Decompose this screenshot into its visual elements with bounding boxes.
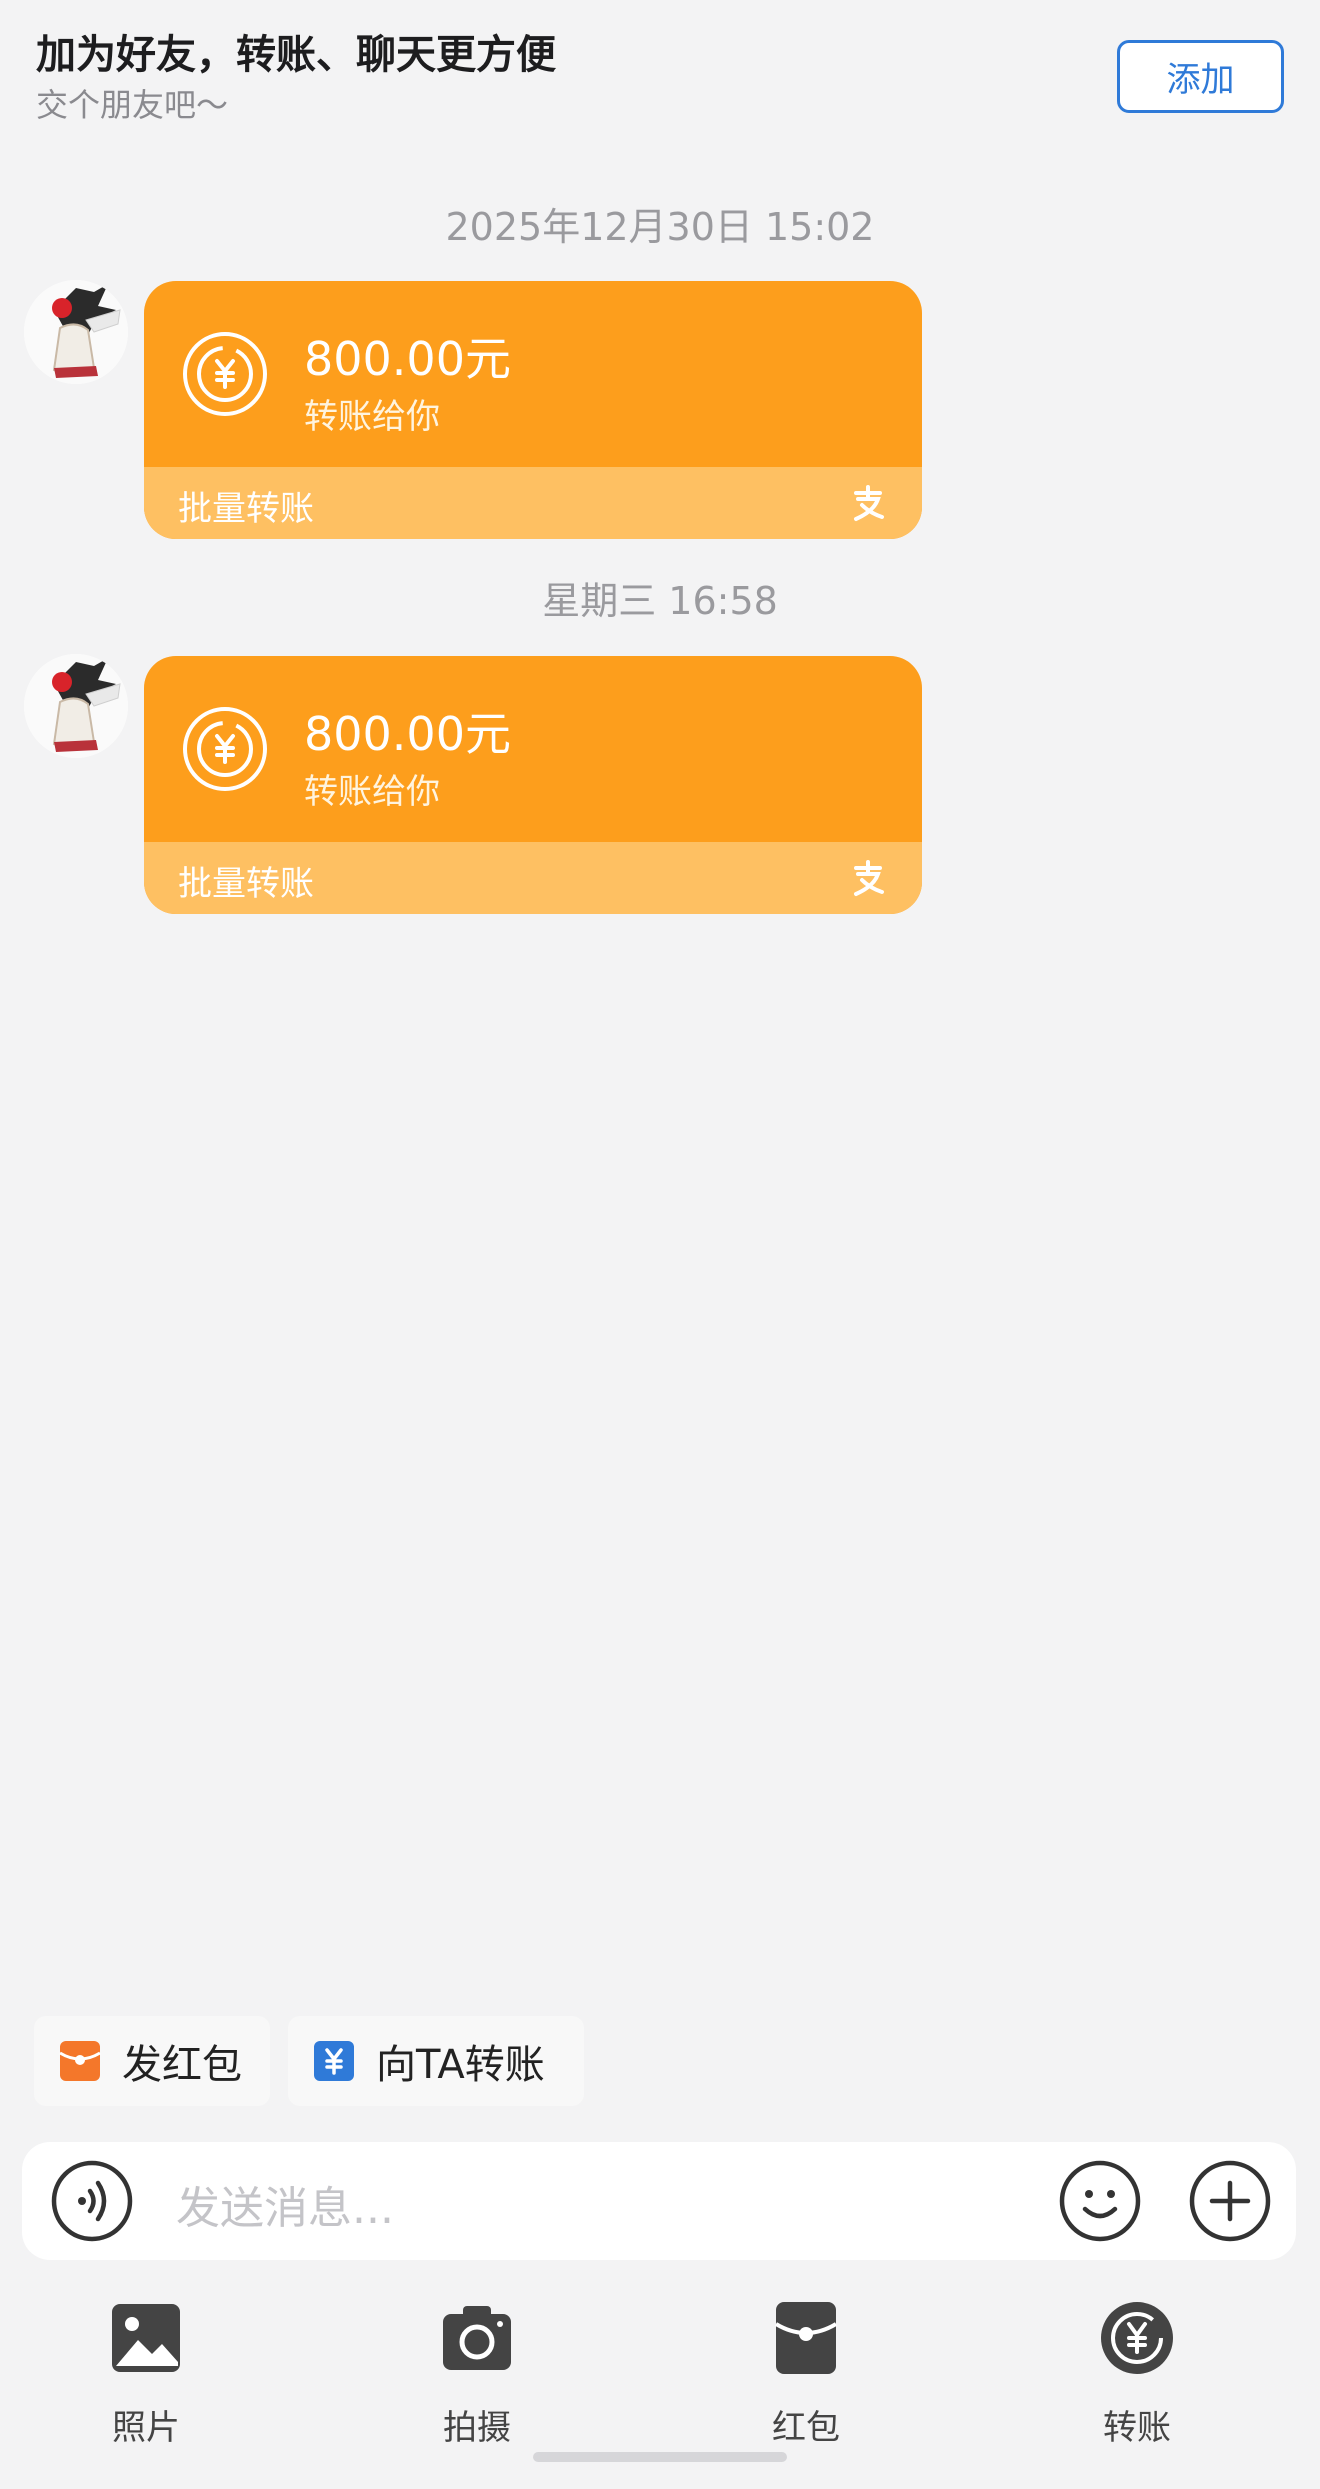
panel-camera-button[interactable]: 拍摄 [377,2300,577,2449]
header-subtitle: 交个朋友吧～ [36,86,229,124]
camera-icon [443,2306,511,2370]
batch-transfer-label: 批量转账 [178,489,314,529]
send-red-envelope-button[interactable]: 发红包 [34,2016,270,2106]
transfer-card-body: 800.00元 转账给你 [144,656,922,842]
panel-transfer-button[interactable]: 转账 [1037,2300,1237,2449]
transfer-description: 转账给你 [304,397,440,437]
transfer-icon [1101,2302,1173,2374]
alipay-icon [854,485,884,521]
emoji-icon[interactable] [1058,2159,1142,2243]
chat-screen: 加为好友，转账、聊天更方便 交个朋友吧～ 添加 2025年12月30日 15:0… [0,0,1320,2489]
transfer-card-footer: 批量转账 [144,467,922,539]
panel-photo-button[interactable]: 照片 [46,2300,246,2449]
transfer-to-ta-button[interactable]: 向TA转账 [288,2016,584,2106]
alipay-icon [854,860,884,896]
panel-red-packet-button[interactable]: 红包 [706,2300,906,2449]
panel-transfer-label: 转账 [1103,2408,1171,2448]
avatar[interactable] [24,654,128,758]
red-packet-icon [774,2302,838,2374]
transfer-coin-icon [183,332,267,416]
friend-request-bar: 加为好友，转账、聊天更方便 交个朋友吧～ 添加 [0,0,1320,150]
red-envelope-icon [59,2041,101,2081]
message-timestamp: 星期三 16:58 [542,579,778,623]
transfer-card-body: 800.00元 转账给你 [144,281,922,467]
transfer-card-footer: 批量转账 [144,842,922,914]
transfer-amount: 800.00元 [304,332,511,386]
add-friend-button[interactable]: 添加 [1117,40,1284,113]
header-title: 加为好友，转账、聊天更方便 [36,32,556,78]
voice-icon[interactable] [50,2159,134,2243]
transfer-card[interactable]: 800.00元 转账给你 批量转账 [144,281,922,539]
panel-camera-label: 拍摄 [443,2408,511,2448]
message-input[interactable]: 发送消息... [176,2172,394,2236]
photo-icon [112,2304,180,2372]
transfer-card[interactable]: 800.00元 转账给你 批量转账 [144,656,922,914]
send-red-envelope-label: 发红包 [122,2042,242,2088]
transfer-icon [314,2041,354,2081]
message-input-bar: 发送消息... [22,2142,1296,2260]
panel-red-packet-label: 红包 [772,2408,840,2448]
plus-icon[interactable] [1188,2159,1272,2243]
avatar-illustration-icon [24,654,128,758]
panel-photo-label: 照片 [112,2408,180,2448]
batch-transfer-label: 批量转账 [178,864,314,904]
home-indicator[interactable] [533,2452,787,2462]
avatar[interactable] [24,280,128,384]
avatar-illustration-icon [24,280,128,384]
transfer-description: 转账给你 [304,772,440,812]
transfer-coin-icon [183,707,267,791]
message-timestamp: 2025年12月30日 15:02 [445,205,875,249]
transfer-amount: 800.00元 [304,707,511,761]
transfer-to-ta-label: 向TA转账 [376,2042,545,2088]
